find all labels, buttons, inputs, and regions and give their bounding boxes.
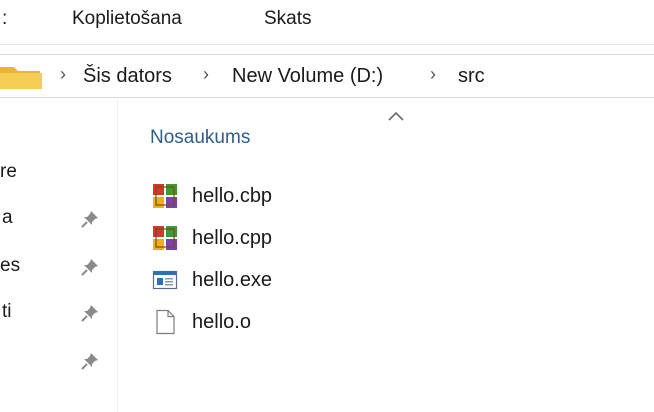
folder-icon: [0, 67, 42, 89]
tab-view[interactable]: Skats: [264, 8, 312, 30]
pin-icon[interactable]: [80, 257, 100, 277]
ribbon-divider: [0, 44, 654, 45]
sort-ascending-icon: [388, 111, 404, 121]
codeblocks-source-icon: [153, 226, 177, 250]
pin-icon[interactable]: [80, 209, 100, 229]
tab-share[interactable]: Koplietošana: [72, 8, 182, 30]
file-explorer-window: : Koplietošana Skats › Šis dators › New …: [0, 0, 654, 412]
nav-item-label: re: [0, 161, 17, 182]
nav-item-label: a: [2, 207, 13, 228]
breadcrumb-chevron-icon[interactable]: ›: [203, 64, 209, 85]
executable-icon: [152, 270, 178, 290]
breadcrumb-this-pc[interactable]: Šis dators: [83, 65, 172, 88]
nav-item-quick-access[interactable]: re: [0, 157, 117, 189]
breadcrumb-chevron-icon[interactable]: ›: [430, 64, 436, 85]
file-row[interactable]: hello.cbp: [148, 179, 388, 213]
file-name: hello.exe: [192, 269, 273, 291]
file-name: hello.cpp: [192, 227, 273, 249]
breadcrumb-drive[interactable]: New Volume (D:): [232, 65, 383, 88]
breadcrumb-chevron-icon[interactable]: ›: [60, 64, 66, 85]
navigation-pane: re a es ti: [0, 99, 118, 412]
nav-item-label: es: [0, 255, 21, 276]
nav-item-label: ti: [2, 301, 12, 322]
file-row[interactable]: hello.cpp: [148, 221, 388, 255]
file-name: hello.o: [192, 311, 251, 333]
breadcrumb-src[interactable]: src: [458, 65, 485, 88]
blank-file-icon: [156, 309, 175, 335]
nav-item-quick-access[interactable]: [0, 345, 117, 377]
address-bar[interactable]: › Šis dators › New Volume (D:) › src: [0, 54, 654, 98]
file-row[interactable]: hello.exe: [148, 263, 388, 297]
file-name: hello.cbp: [192, 185, 273, 207]
column-header-name[interactable]: Nosaukums: [150, 127, 250, 149]
nav-item-quick-access[interactable]: ti: [0, 297, 117, 329]
tab-partial[interactable]: :: [2, 8, 7, 30]
file-list: Nosaukums hello.cbp hello.cpp hello.exe …: [118, 99, 654, 412]
nav-item-quick-access[interactable]: es: [0, 251, 117, 283]
file-row[interactable]: hello.o: [148, 305, 388, 339]
codeblocks-project-icon: [153, 184, 177, 208]
ribbon-tab-bar: : Koplietošana Skats: [0, 0, 654, 44]
pin-icon[interactable]: [80, 303, 100, 323]
nav-item-quick-access[interactable]: a: [0, 203, 117, 235]
pin-icon[interactable]: [80, 351, 100, 371]
